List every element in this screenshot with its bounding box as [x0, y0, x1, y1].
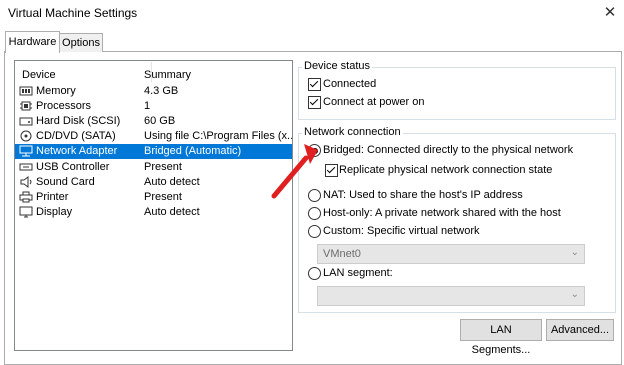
- device-name: Hard Disk (SCSI): [36, 115, 121, 127]
- close-icon[interactable]: ✕: [600, 3, 620, 23]
- connected-label[interactable]: Connected: [323, 78, 376, 90]
- device-name: CD/DVD (SATA): [36, 130, 116, 142]
- device-name: Sound Card: [36, 176, 95, 188]
- nat-label[interactable]: NAT: Used to share the host's IP address: [323, 189, 523, 201]
- connect-at-power-on-checkbox[interactable]: [308, 96, 321, 109]
- device-row-memory[interactable]: Memory 4.3 GB: [15, 84, 292, 99]
- device-summary: 1: [144, 100, 151, 112]
- device-row-network-adapter[interactable]: Network Adapter Bridged (Automatic): [15, 144, 292, 159]
- connected-checkbox[interactable]: [308, 78, 321, 91]
- lan-segment-radio[interactable]: [308, 267, 321, 280]
- device-list[interactable]: Device Summary Memory 4.3 GB Processors …: [14, 60, 293, 351]
- device-row-cd-dvd[interactable]: CD/DVD (SATA) Using file C:\Program File…: [15, 129, 292, 144]
- device-row-printer[interactable]: Printer Present: [15, 190, 292, 205]
- device-row-processors[interactable]: Processors 1: [15, 99, 292, 114]
- tab-options[interactable]: Options: [59, 33, 103, 52]
- chevron-down-icon: ⌄: [570, 289, 579, 300]
- printer-icon: [19, 191, 33, 203]
- device-summary: 60 GB: [144, 115, 176, 127]
- host-only-label[interactable]: Host-only: A private network shared with…: [323, 207, 561, 219]
- device-summary: 4.3 GB: [144, 85, 179, 97]
- device-name: Display: [36, 206, 73, 218]
- device-row-display[interactable]: Display Auto detect: [15, 205, 292, 220]
- network-connection-legend: Network connection: [302, 126, 403, 138]
- device-summary: Bridged (Automatic): [144, 145, 242, 157]
- device-name: Memory: [36, 85, 76, 97]
- window-title: Virtual Machine Settings: [8, 6, 138, 20]
- red-arrow-icon: [271, 144, 318, 199]
- device-name: Printer: [36, 191, 69, 203]
- bridged-label[interactable]: Bridged: Connected directly to the physi…: [323, 144, 573, 156]
- lan-segment-select[interactable]: ⌄: [317, 286, 585, 306]
- device-row-sound-card[interactable]: Sound Card Auto detect: [15, 175, 292, 190]
- device-status-group: [298, 67, 616, 120]
- device-summary: Auto detect: [144, 176, 200, 188]
- display-icon: [19, 206, 33, 218]
- device-summary: Present: [144, 161, 182, 173]
- host-only-radio[interactable]: [308, 207, 321, 220]
- chevron-down-icon: ⌄: [570, 247, 579, 258]
- processor-icon: [20, 101, 32, 111]
- connect-at-power-on-label[interactable]: Connect at power on: [323, 96, 425, 108]
- replicate-checkbox[interactable]: [325, 164, 338, 177]
- advanced-button[interactable]: Advanced...: [546, 319, 614, 341]
- device-summary: Auto detect: [144, 206, 200, 218]
- sound-card-icon: [20, 176, 32, 188]
- custom-network-value: VMnet0: [323, 248, 361, 260]
- column-header-device[interactable]: Device: [22, 69, 56, 81]
- device-name: Processors: [36, 100, 92, 112]
- custom-radio[interactable]: [308, 225, 321, 238]
- device-row-usb-controller[interactable]: USB Controller Present: [15, 160, 292, 175]
- hard-disk-icon: [19, 117, 33, 126]
- cd-dvd-icon: [20, 130, 32, 142]
- network-adapter-icon: [19, 145, 33, 157]
- memory-icon: [19, 86, 33, 96]
- tab-hardware[interactable]: Hardware: [5, 31, 60, 53]
- device-name: Network Adapter: [36, 145, 118, 157]
- replicate-label[interactable]: Replicate physical network connection st…: [339, 164, 552, 176]
- device-status-legend: Device status: [302, 60, 373, 72]
- lan-segment-label[interactable]: LAN segment:: [323, 267, 393, 279]
- device-row-hard-disk[interactable]: Hard Disk (SCSI) 60 GB: [15, 114, 292, 129]
- custom-label[interactable]: Custom: Specific virtual network: [323, 225, 480, 237]
- usb-icon: [19, 163, 33, 171]
- lan-segments-button[interactable]: LAN Segments...: [460, 319, 542, 356]
- custom-network-select[interactable]: VMnet0 ⌄: [317, 244, 585, 264]
- device-name: USB Controller: [36, 161, 110, 173]
- column-header-summary[interactable]: Summary: [144, 69, 191, 81]
- device-summary: Present: [144, 191, 182, 203]
